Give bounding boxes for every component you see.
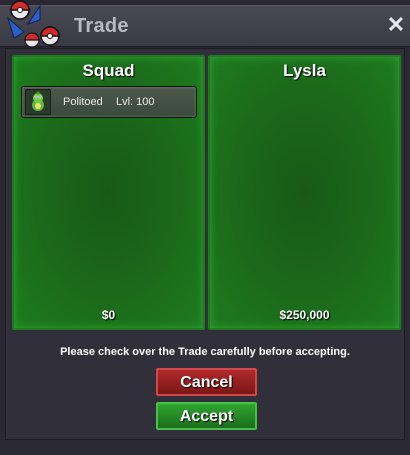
window-title: Trade <box>74 15 129 37</box>
pokemon-level: Lvl: 100 <box>116 96 155 108</box>
trade-window: Trade ✕ Squad Politoed Lvl: 100 $0 Lysla… <box>0 0 410 455</box>
offer-panel-lysla: Lysla $250,000 <box>208 55 401 330</box>
trade-notice: Please check over the Trade carefully be… <box>60 346 350 358</box>
offer-panel-squad: Squad Politoed Lvl: 100 $0 <box>12 55 205 330</box>
player-name-lysla: Lysla <box>283 61 326 80</box>
money-offer-squad: $0 <box>101 308 116 322</box>
accept-button[interactable]: Accept <box>156 402 257 430</box>
money-offer-lysla: $250,000 <box>279 308 330 322</box>
trade-item-politoed[interactable]: Politoed Lvl: 100 <box>21 86 197 118</box>
pokeball-swirl-icon <box>7 0 60 48</box>
politoed-sprite-icon <box>25 89 51 115</box>
pokemon-name: Politoed <box>63 96 103 108</box>
cancel-button[interactable]: Cancel <box>156 368 257 396</box>
player-name-squad: Squad <box>82 61 135 80</box>
close-icon[interactable]: ✕ <box>386 14 406 36</box>
trade-body: Squad Politoed Lvl: 100 $0 Lysla $250,00… <box>5 48 405 440</box>
